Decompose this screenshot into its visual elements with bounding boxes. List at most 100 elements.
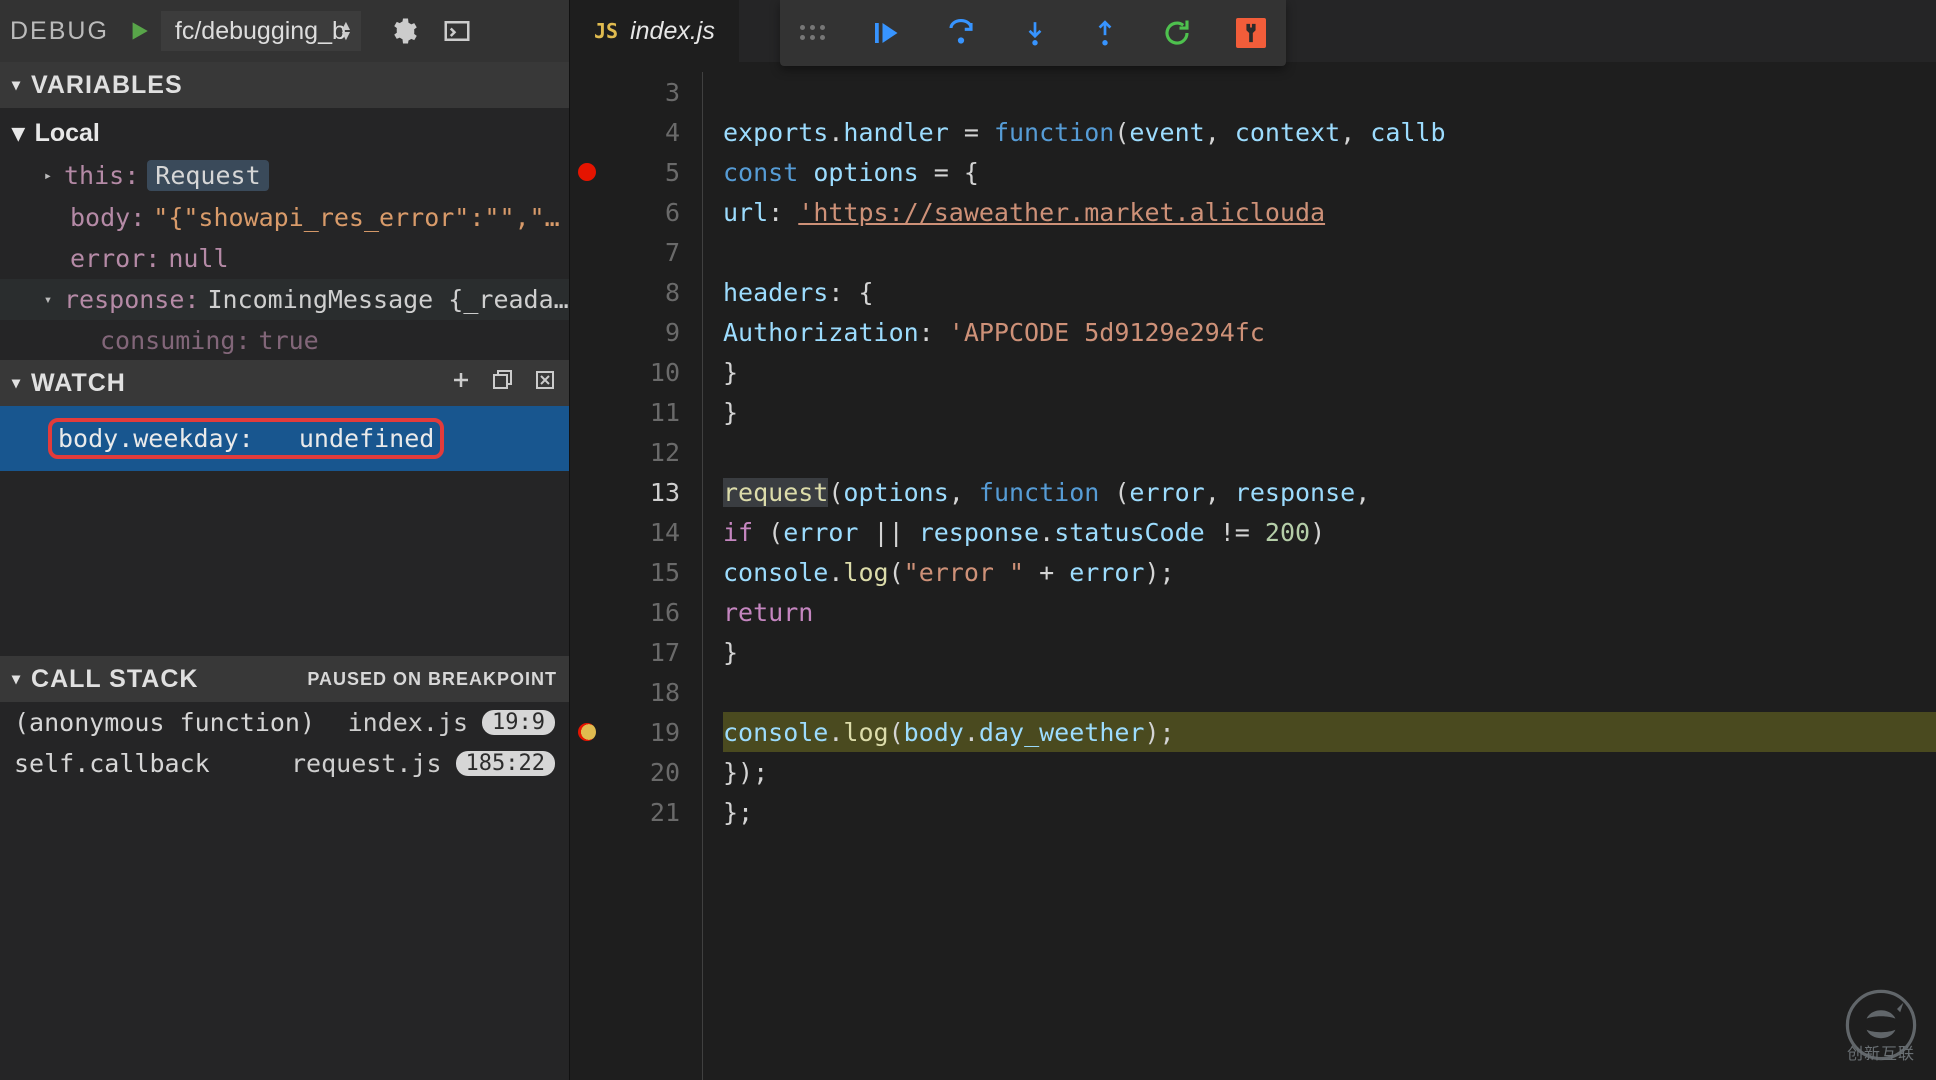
line-number[interactable]: 17	[570, 632, 702, 672]
code-line[interactable]: request(options, function (error, respon…	[723, 472, 1936, 512]
variables-body: ▾ Local ▸ this: Request body: "{"showapi…	[0, 108, 569, 360]
code-line[interactable]: });	[723, 752, 1936, 792]
line-number[interactable]: 7	[570, 232, 702, 272]
step-over-icon[interactable]	[944, 18, 978, 48]
variable-error[interactable]: error: null	[0, 238, 569, 279]
editor-tab-index-js[interactable]: JS index.js	[570, 0, 739, 62]
editor-area: JS index.js 3 4 5 6 7 8 9 10 11 12 13 14…	[570, 0, 1936, 1080]
variables-section-header[interactable]: ▾ VARIABLES	[0, 62, 569, 108]
line-number[interactable]: 12	[570, 432, 702, 472]
code-line[interactable]: }	[723, 632, 1936, 672]
gear-icon[interactable]	[381, 16, 425, 46]
callstack-body: (anonymous function) index.js 19:9 self.…	[0, 702, 569, 784]
code-line[interactable]	[723, 72, 1936, 112]
code-line[interactable]: if (error || response.statusCode != 200)	[723, 512, 1936, 552]
line-number[interactable]: 16	[570, 592, 702, 632]
body-value: "{"showapi_res_error":"","s…	[153, 203, 569, 232]
code-line[interactable]	[723, 672, 1936, 712]
line-number[interactable]: 5	[570, 152, 702, 192]
code-line[interactable]: };	[723, 792, 1936, 832]
variable-body[interactable]: body: "{"showapi_res_error":"","s…	[0, 197, 569, 238]
debug-console-icon[interactable]	[435, 16, 479, 46]
variables-scope-local[interactable]: ▾ Local	[0, 112, 569, 154]
chevron-updown-icon: ▲▼	[339, 21, 353, 41]
watch-highlight-box: body.weekday: undefined	[48, 418, 444, 459]
this-value: Request	[147, 160, 268, 191]
variable-consuming[interactable]: consuming: true	[0, 320, 569, 360]
code-line[interactable]: }	[723, 392, 1936, 432]
disconnect-icon[interactable]	[1236, 18, 1266, 48]
code-line[interactable]	[723, 232, 1936, 272]
current-execution-icon[interactable]	[578, 723, 596, 741]
code-line[interactable]: exports.handler = function(event, contex…	[723, 112, 1936, 152]
stack-frame[interactable]: (anonymous function) index.js 19:9	[0, 702, 569, 743]
variable-this[interactable]: ▸ this: Request	[0, 154, 569, 197]
variables-title: VARIABLES	[31, 71, 183, 100]
debug-title: DEBUG	[10, 17, 109, 46]
add-watch-icon[interactable]	[449, 368, 473, 399]
chevron-down-icon: ▾	[40, 292, 56, 308]
debug-toolbar: DEBUG fc/debugging_b ▲▼	[0, 0, 569, 62]
watch-body: body.weekday: undefined	[0, 406, 569, 656]
error-value: null	[168, 244, 228, 273]
code-editor[interactable]: 3 4 5 6 7 8 9 10 11 12 13 14 15 16 17 18…	[570, 62, 1936, 1080]
tab-filename: index.js	[630, 17, 715, 46]
continue-icon[interactable]	[870, 18, 900, 48]
line-number[interactable]: 18	[570, 672, 702, 712]
code-line[interactable]: headers: {	[723, 272, 1936, 312]
chevron-down-icon: ▾	[12, 118, 25, 148]
consuming-value: true	[259, 326, 319, 355]
watch-expression-row[interactable]: body.weekday: undefined	[0, 406, 569, 471]
code-line[interactable]: }	[723, 352, 1936, 392]
watermark-text: 创新互联	[1847, 1040, 1915, 1064]
js-file-icon: JS	[594, 19, 618, 43]
code-line[interactable]: Authorization: 'APPCODE 5d9129e294fc	[723, 312, 1936, 352]
line-number[interactable]: 14	[570, 512, 702, 552]
debug-config-dropdown[interactable]: fc/debugging_b ▲▼	[161, 11, 361, 51]
chevron-down-icon: ▾	[12, 373, 21, 393]
frame-loc: 19:9	[482, 710, 555, 735]
code-line[interactable]: const options = {	[723, 152, 1936, 192]
step-out-icon[interactable]	[1092, 18, 1118, 48]
debug-sidebar: DEBUG fc/debugging_b ▲▼ ▾ VARIABLES ▾ Lo…	[0, 0, 570, 1080]
frame-name: (anonymous function)	[14, 708, 315, 737]
start-debug-icon[interactable]	[125, 18, 151, 44]
line-number[interactable]: 21	[570, 792, 702, 832]
frame-file: index.js	[348, 708, 468, 737]
line-number[interactable]: 19	[570, 712, 702, 752]
line-number[interactable]: 15	[570, 552, 702, 592]
line-number[interactable]: 3	[570, 72, 702, 112]
remove-all-icon[interactable]	[533, 368, 557, 399]
code-line[interactable]: return	[723, 592, 1936, 632]
line-number[interactable]: 4	[570, 112, 702, 152]
line-number-gutter: 3 4 5 6 7 8 9 10 11 12 13 14 15 16 17 18…	[570, 72, 702, 1080]
code-line[interactable]: url: 'https://saweather.market.aliclouda	[723, 192, 1936, 232]
line-number[interactable]: 6	[570, 192, 702, 232]
step-into-icon[interactable]	[1022, 18, 1048, 48]
collapse-all-icon[interactable]	[491, 368, 515, 399]
stack-frame[interactable]: self.callback request.js 185:22	[0, 743, 569, 784]
callstack-section-header[interactable]: ▾ CALL STACK PAUSED ON BREAKPOINT	[0, 656, 569, 702]
restart-icon[interactable]	[1162, 18, 1192, 48]
line-number[interactable]: 8	[570, 272, 702, 312]
watermark-logo: 创新互联	[1836, 980, 1926, 1070]
watch-section-header[interactable]: ▾ WATCH	[0, 360, 569, 406]
code-line[interactable]	[723, 432, 1936, 472]
drag-handle-icon[interactable]	[800, 25, 826, 41]
frame-name: self.callback	[14, 749, 210, 778]
frame-file: request.js	[291, 749, 442, 778]
line-number[interactable]: 10	[570, 352, 702, 392]
line-number[interactable]: 13	[570, 472, 702, 512]
frame-loc: 185:22	[456, 751, 555, 776]
code-line[interactable]: console.log("error " + error);	[723, 552, 1936, 592]
line-number[interactable]: 9	[570, 312, 702, 352]
debug-action-toolbar	[780, 0, 1286, 66]
line-number[interactable]: 11	[570, 392, 702, 432]
chevron-down-icon: ▾	[12, 669, 21, 689]
code-line[interactable]: console.log(body.day_weether);	[723, 712, 1936, 752]
callstack-status: PAUSED ON BREAKPOINT	[307, 669, 557, 690]
breakpoint-icon[interactable]	[578, 163, 596, 181]
variable-response[interactable]: ▾ response: IncomingMessage {_reada…	[0, 279, 569, 320]
line-number[interactable]: 20	[570, 752, 702, 792]
debug-config-name: fc/debugging_b	[175, 17, 346, 46]
